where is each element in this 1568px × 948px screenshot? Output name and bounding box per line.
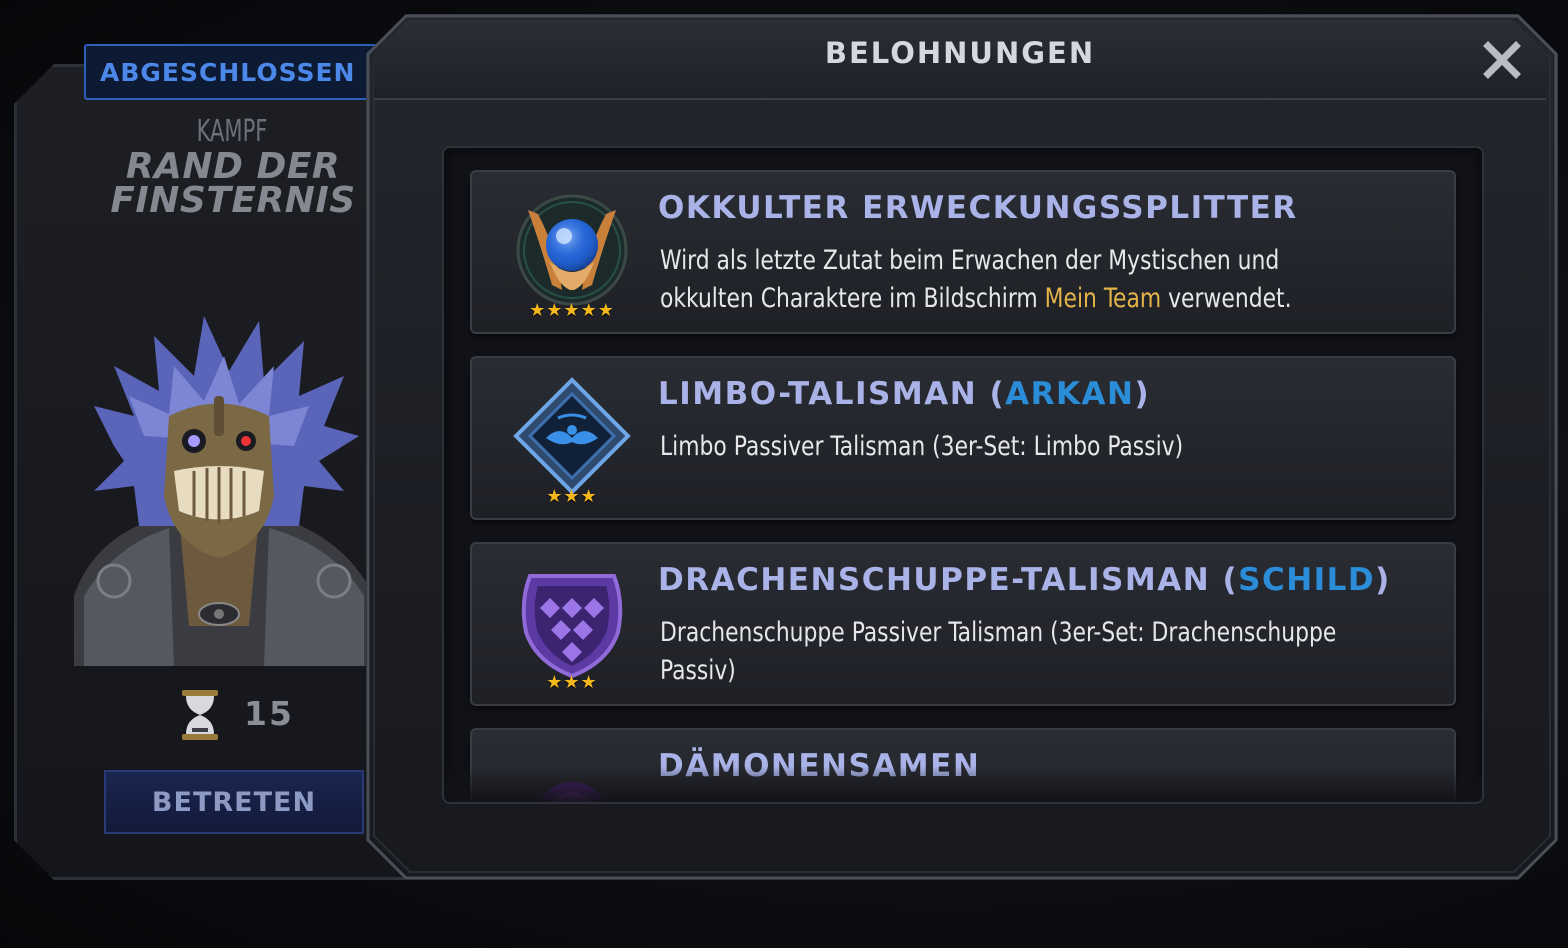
reward-name-paren-open: ( bbox=[1222, 562, 1239, 598]
reward-stars: ★★★ bbox=[546, 672, 598, 693]
timer-value: 15 bbox=[244, 694, 294, 733]
reward-name-paren-close: ) bbox=[1134, 376, 1151, 412]
reward-item[interactable]: ★★★ DRACHENSCHUPPE-TALISMAN (SCHILD) Dra… bbox=[470, 542, 1456, 706]
occult-awakening-shard-icon bbox=[516, 194, 628, 306]
mission-type-label: KAMPF bbox=[196, 114, 268, 149]
reward-description: Drachenschuppe Passiver Talisman (3er-Se… bbox=[660, 617, 1337, 686]
reward-name: LIMBO-TALISMAN (ARKAN) bbox=[658, 376, 1150, 412]
close-icon bbox=[1483, 41, 1521, 79]
limbo-talisman-icon bbox=[513, 377, 631, 495]
mission-title-line1: RAND DER bbox=[125, 146, 341, 187]
reward-stars: ★★★★★ bbox=[529, 300, 615, 321]
reward-name: OKKULTER ERWECKUNGSSPLITTER bbox=[658, 190, 1298, 226]
reward-name-text: OKKULTER ERWECKUNGSSPLITTER bbox=[658, 190, 1298, 226]
rewards-list[interactable]: ★★★★★ OKKULTER ERWECKUNGSSPLITTER Wird a… bbox=[442, 146, 1484, 804]
reward-name: DRACHENSCHUPPE-TALISMAN (SCHILD) bbox=[658, 562, 1391, 598]
mission-title: RAND DER FINSTERNIS bbox=[92, 146, 374, 221]
reward-desc-tail: verwendet. bbox=[1161, 283, 1292, 314]
status-badge: ABGESCHLOSSEN bbox=[84, 44, 384, 100]
reward-stars: ★★★ bbox=[546, 486, 598, 507]
reward-name-paren-close: ) bbox=[1375, 562, 1391, 598]
my-team-link: Mein Team bbox=[1044, 283, 1162, 314]
close-button[interactable] bbox=[1478, 36, 1526, 84]
reward-description: Wird als letzte Zutat beim Erwachen der … bbox=[660, 242, 1344, 318]
list-fade bbox=[444, 766, 1482, 802]
reward-class-tag: ARKAN bbox=[1005, 376, 1135, 412]
reward-name-text: DRACHENSCHUPPE-TALISMAN bbox=[658, 562, 1223, 598]
reward-item[interactable]: ★★★★★ OKKULTER ERWECKUNGSSPLITTER Wird a… bbox=[470, 170, 1456, 334]
reward-name-text: LIMBO-TALISMAN bbox=[658, 376, 990, 412]
reward-description: Limbo Passiver Talisman (3er-Set: Limbo … bbox=[660, 431, 1184, 462]
hourglass-icon bbox=[182, 690, 218, 740]
reward-class-tag: SCHILD bbox=[1238, 562, 1376, 598]
mission-title-line2: FINSTERNIS bbox=[110, 180, 356, 221]
popup-title: BELOHNUNGEN bbox=[824, 36, 1096, 70]
dragonscale-talisman-icon bbox=[521, 574, 623, 679]
enter-button[interactable]: BETRETEN bbox=[104, 770, 364, 834]
reward-item[interactable]: ★★★ LIMBO-TALISMAN (ARKAN) Limbo Passive… bbox=[470, 356, 1456, 520]
hero-portrait-avatar bbox=[74, 316, 374, 666]
reward-name-paren-open: ( bbox=[989, 376, 1006, 412]
